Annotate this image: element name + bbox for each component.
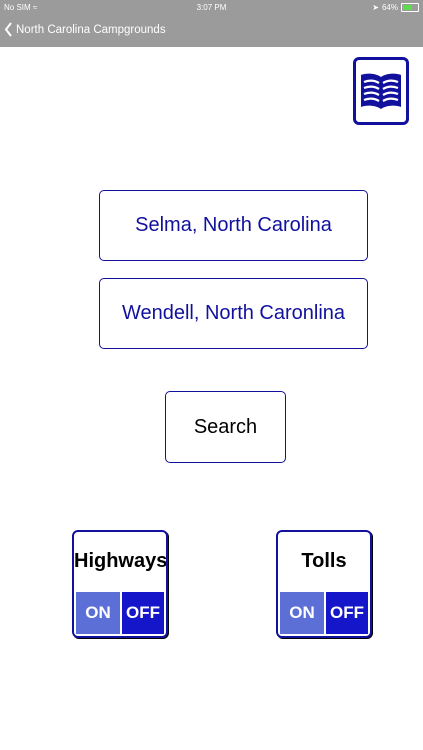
highways-off-button[interactable]: OFF [122,592,164,634]
back-button[interactable]: North Carolina Campgrounds [4,22,166,37]
start-location-button[interactable]: Selma, North Carolina [99,190,368,261]
end-location-button[interactable]: Wendell, North Caronlina [99,278,368,349]
tolls-toggle: Tolls ON OFF [276,530,372,638]
tolls-on-button[interactable]: ON [280,592,324,634]
book-button[interactable] [353,57,409,125]
search-button[interactable]: Search [165,391,286,463]
book-icon [361,73,401,109]
status-bar: No SIM ≈ 3:07 PM ➤ 64% [0,0,423,16]
status-right: ➤ 64% [372,3,419,12]
tolls-off-button[interactable]: OFF [326,592,368,634]
location-arrow-icon: ➤ [372,3,379,12]
tolls-label: Tolls [301,550,347,572]
highways-toggle: Highways ON OFF [72,530,168,638]
navigation-bar: North Carolina Campgrounds [0,16,423,47]
highways-label: Highways [74,550,168,572]
highways-on-button[interactable]: ON [76,592,120,634]
nav-title: North Carolina Campgrounds [16,23,166,36]
battery-icon [401,3,419,12]
chevron-left-icon [4,22,12,37]
status-time: 3:07 PM [196,3,227,12]
battery-percent: 64% [381,3,398,12]
